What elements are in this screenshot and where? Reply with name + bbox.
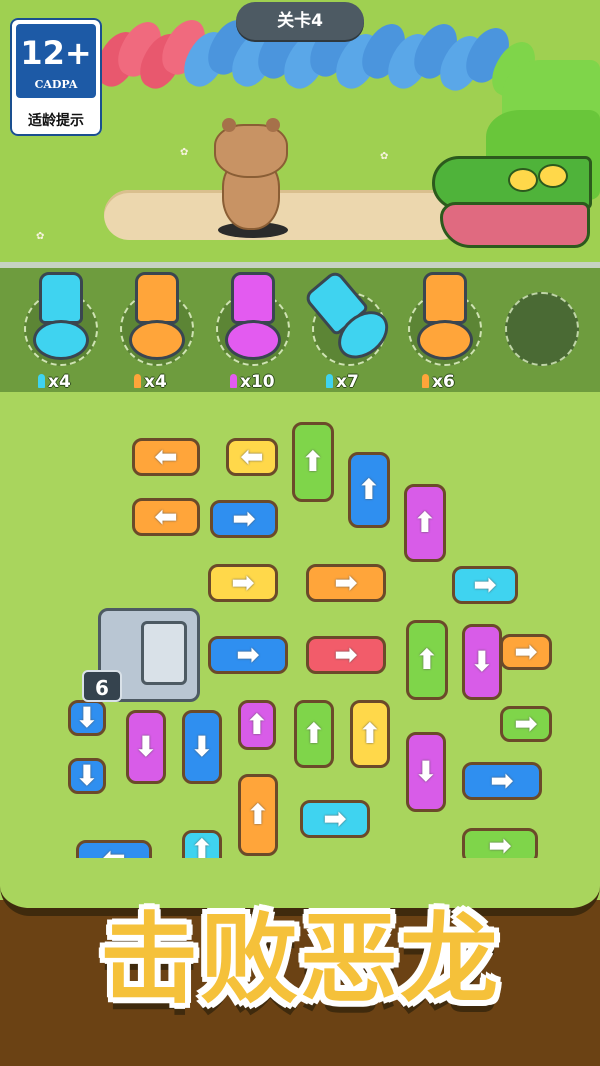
empty-cannon-slot[interactable] <box>505 292 579 366</box>
capybara-tile-right[interactable]: ➡ <box>300 800 370 838</box>
capybara-tile-up[interactable]: ⬆ <box>406 620 448 700</box>
capybara-tile-right[interactable]: ➡ <box>306 636 386 674</box>
cannon-ammo-count: x4 <box>134 372 167 392</box>
arrow-up-icon: ⬆ <box>245 708 269 741</box>
capybara-tile-down[interactable]: ⬇ <box>182 710 222 784</box>
arrow-left-icon: ⬅ <box>240 440 264 473</box>
crocodile-boss <box>430 60 600 260</box>
arrow-down-icon: ⬇ <box>414 755 438 788</box>
arrow-right-icon: ➡ <box>334 566 358 599</box>
bullet-icon <box>134 374 141 388</box>
flower-icon: ✿ <box>180 147 189 158</box>
cannon-bar: x4 x4 x10 x7 x6 <box>0 262 600 392</box>
arrow-right-icon: ➡ <box>236 638 260 671</box>
arrow-down-icon: ⬇ <box>134 730 158 763</box>
flower-icon: ✿ <box>380 151 389 162</box>
supply-box-count: 6 <box>82 670 122 702</box>
capybara-tile-right[interactable]: ➡ <box>208 636 288 674</box>
flower-icon: ✿ <box>36 231 45 242</box>
arrow-left-icon: ⬅ <box>154 440 178 473</box>
capybara-tile-up[interactable]: ⬆ <box>350 700 390 768</box>
cannon-icon[interactable] <box>225 272 281 364</box>
arrow-up-icon: ⬆ <box>358 717 382 750</box>
cannon-ammo-count: x10 <box>230 372 275 392</box>
capybara-tile-down[interactable]: ⬇ <box>406 732 446 812</box>
arrow-down-icon: ⬇ <box>75 759 99 792</box>
capybara-tile-down[interactable]: ⬇ <box>68 700 106 736</box>
age-rating-badge: 12+ CADPA 适龄提示 <box>10 18 102 136</box>
arrow-up-icon: ⬆ <box>357 473 381 506</box>
capybara-tile-right[interactable]: ➡ <box>208 564 278 602</box>
cannon-icon[interactable] <box>33 272 89 364</box>
capybara-tile-up[interactable]: ⬆ <box>292 422 334 502</box>
capybara-tile-right[interactable]: ➡ <box>210 500 278 538</box>
arrow-left-icon: ⬅ <box>154 500 178 533</box>
arrow-up-icon: ⬆ <box>413 506 437 539</box>
capybara-tile-down[interactable]: ⬇ <box>462 624 502 700</box>
arrow-right-icon: ➡ <box>473 568 497 601</box>
cannon-icon[interactable] <box>129 272 185 364</box>
puzzle-board: ⬅⬅⬆⬆⬅➡⬆➡➡➡➡➡⬆⬇➡⬇⬇⬇⬆⬆⬆➡⬇⬇➡⬆➡⬅⬆➡ 6 <box>0 392 600 912</box>
arrow-right-icon: ➡ <box>232 502 256 535</box>
arrow-up-icon: ⬆ <box>302 717 326 750</box>
arrow-right-icon: ➡ <box>490 764 514 797</box>
bullet-icon <box>38 374 45 388</box>
capybara-tile-left[interactable]: ⬅ <box>226 438 278 476</box>
dragon-field: ✿ ✿ ✿ 12+ CADPA 适龄提示 关卡4 <box>0 0 600 262</box>
arrow-up-icon: ⬆ <box>246 798 270 831</box>
ammo-label: x7 <box>336 372 359 392</box>
arrow-down-icon: ⬇ <box>75 701 99 734</box>
ammo-label: x4 <box>48 372 71 392</box>
promo-banner-title: 击败恶龙 <box>99 903 500 1017</box>
capybara-tile-left[interactable]: ⬅ <box>132 498 200 536</box>
arrow-down-icon: ⬇ <box>470 645 494 678</box>
cannon-ammo-count: x6 <box>422 372 455 392</box>
arrow-right-icon: ➡ <box>231 566 255 599</box>
capybara-tile-right[interactable]: ➡ <box>500 706 552 742</box>
capybara-tile-right[interactable]: ➡ <box>500 634 552 670</box>
capybara-tile-right[interactable]: ➡ <box>462 762 542 800</box>
arrow-down-icon: ⬇ <box>190 730 214 763</box>
arrow-right-icon: ➡ <box>514 707 538 740</box>
cannon-ammo-count: x7 <box>326 372 359 392</box>
age-rating-text: 适龄提示 <box>28 113 84 129</box>
capybara-tile-left[interactable]: ⬅ <box>132 438 200 476</box>
arrow-up-icon: ⬆ <box>415 643 439 676</box>
cannon-ammo-count: x4 <box>38 372 71 392</box>
capybara-tile-right[interactable]: ➡ <box>452 566 518 604</box>
capybara-tile-down[interactable]: ⬇ <box>68 758 106 794</box>
ammo-label: x10 <box>240 372 275 392</box>
capybara-tile-right[interactable]: ➡ <box>306 564 386 602</box>
ammo-label: x6 <box>432 372 455 392</box>
capybara-tile-down[interactable]: ⬇ <box>126 710 166 784</box>
capybara-hero <box>200 118 300 238</box>
capybara-tile-up[interactable]: ⬆ <box>404 484 446 562</box>
bullet-icon <box>422 374 429 388</box>
capybara-tile-up[interactable]: ⬆ <box>238 774 278 856</box>
capybara-tile-up[interactable]: ⬆ <box>348 452 390 528</box>
capybara-tile-up[interactable]: ⬆ <box>238 700 276 750</box>
arrow-right-icon: ➡ <box>488 829 512 862</box>
bullet-icon <box>326 374 333 388</box>
cannon-icon[interactable] <box>298 265 400 371</box>
arrow-right-icon: ➡ <box>323 802 347 835</box>
level-indicator: 关卡4 <box>236 2 364 40</box>
arrow-right-icon: ➡ <box>514 635 538 668</box>
age-rating-number: 12+ <box>20 34 92 72</box>
cannon-icon[interactable] <box>417 272 473 364</box>
arrow-up-icon: ⬆ <box>301 445 325 478</box>
age-rating-org: CADPA <box>34 78 78 91</box>
capybara-tile-up[interactable]: ⬆ <box>294 700 334 768</box>
bullet-icon <box>230 374 237 388</box>
ammo-label: x4 <box>144 372 167 392</box>
arrow-right-icon: ➡ <box>334 638 358 671</box>
